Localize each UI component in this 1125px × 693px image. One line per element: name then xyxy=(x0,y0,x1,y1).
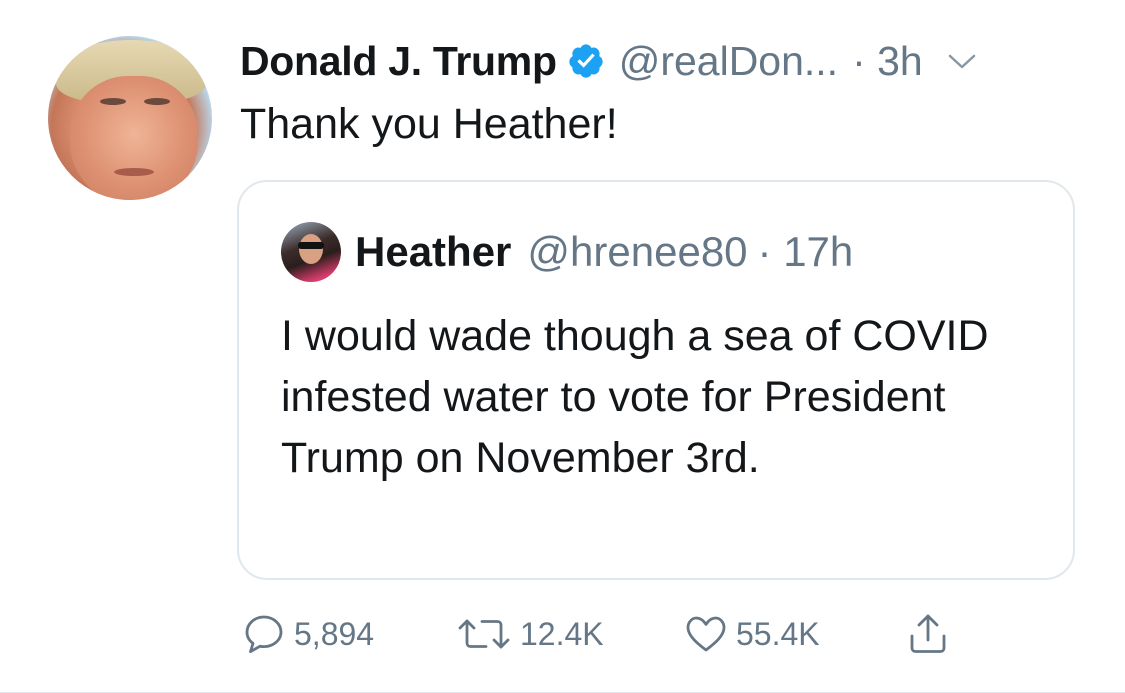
retweet-button[interactable]: 12.4K xyxy=(456,606,604,662)
reply-button[interactable]: 5,894 xyxy=(242,606,374,662)
quoted-author-avatar[interactable] xyxy=(281,222,341,282)
quoted-author-handle[interactable]: @hrenee80 xyxy=(527,228,747,276)
tweet-header: Donald J. Trump @realDon... · 3h xyxy=(240,32,977,90)
like-button[interactable]: 55.4K xyxy=(684,606,820,662)
heart-icon xyxy=(684,612,728,656)
quoted-tweet-timestamp[interactable]: · 17h xyxy=(758,228,854,276)
tweet-actions: 5,894 12.4K 55.4K xyxy=(242,606,1002,662)
tweet[interactable]: Donald J. Trump @realDon... · 3h Thank y… xyxy=(0,0,1125,693)
chevron-down-icon[interactable] xyxy=(947,51,977,71)
quoted-tweet-text: I would wade though a sea of COVID infes… xyxy=(281,312,989,482)
like-count: 55.4K xyxy=(736,615,820,652)
author-name[interactable]: Donald J. Trump xyxy=(240,38,557,85)
reply-count: 5,894 xyxy=(294,615,375,652)
verified-badge-icon xyxy=(567,42,605,80)
retweet-icon xyxy=(456,612,512,656)
share-icon xyxy=(906,612,950,656)
quoted-author-name[interactable]: Heather xyxy=(355,228,511,276)
author-avatar[interactable] xyxy=(48,36,212,200)
quoted-tweet[interactable]: Heather @hrenee80 · 17h I would wade tho… xyxy=(237,180,1075,580)
tweet-text: Thank you Heather! xyxy=(240,100,618,148)
tweet-timestamp[interactable]: · 3h xyxy=(852,38,923,85)
quoted-tweet-header: Heather @hrenee80 · 17h xyxy=(355,226,853,278)
retweet-count: 12.4K xyxy=(520,615,604,652)
share-button[interactable] xyxy=(906,606,950,662)
author-handle[interactable]: @realDon... xyxy=(619,38,838,85)
reply-icon xyxy=(242,612,286,656)
